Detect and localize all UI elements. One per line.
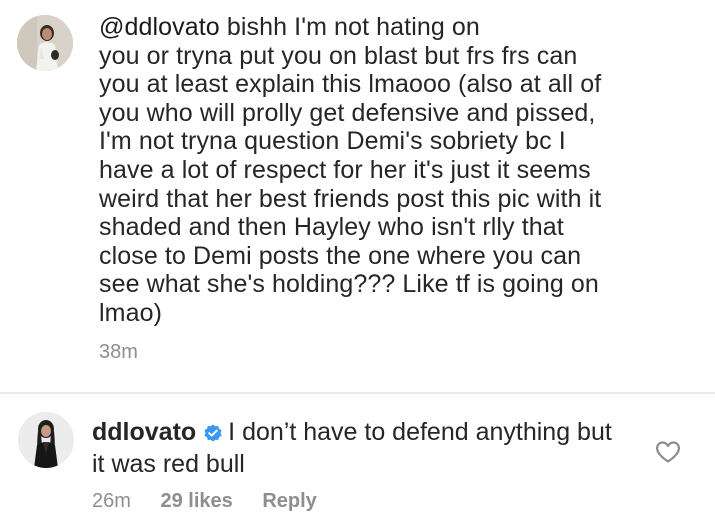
likes-count[interactable]: 29 likes bbox=[160, 490, 232, 512]
avatar-photo-icon bbox=[17, 15, 73, 71]
comment-1: @ddlovato bishh I'm not hating on you or… bbox=[0, 0, 715, 392]
mention-link[interactable]: @ddlovato bbox=[99, 13, 220, 41]
comment-1-timestamp: 38m bbox=[99, 341, 138, 363]
commenter-avatar[interactable] bbox=[17, 15, 73, 71]
comment-2: ddlovato I don’t have to defend anything … bbox=[0, 394, 715, 530]
verified-badge-icon bbox=[203, 421, 223, 450]
reply-button[interactable]: Reply bbox=[262, 490, 316, 512]
comment-1-line: you at least explain this lmaooo (also a… bbox=[99, 70, 602, 99]
comment-2-line: I don’t have to defend anything but bbox=[228, 418, 612, 446]
comment-1-first-line: bishh I'm not hating on bbox=[219, 13, 480, 41]
username-link[interactable]: ddlovato bbox=[92, 418, 196, 446]
comment-2-timestamp: 26m bbox=[92, 490, 131, 512]
comment-2-line: it was red bull bbox=[92, 450, 245, 478]
avatar-photo-icon bbox=[18, 412, 74, 468]
comment-1-line: shaded and then Hayley who isn't rlly th… bbox=[99, 213, 564, 242]
comment-1-line: close to Demi posts the one where you ca… bbox=[99, 241, 582, 270]
comment-1-line: I'm not tryna question Demi's sobriety b… bbox=[99, 127, 566, 156]
comment-1-line: you who will prolly get defensive and pi… bbox=[99, 98, 596, 127]
ddlovato-avatar[interactable] bbox=[18, 412, 74, 468]
comment-1-text: @ddlovato bishh I'm not hating on you or… bbox=[99, 13, 699, 328]
heart-outline-icon[interactable] bbox=[655, 440, 681, 464]
comment-1-line: weird that her best friends post this pi… bbox=[99, 184, 602, 213]
comment-2-text: ddlovato I don’t have to defend anything … bbox=[92, 418, 652, 479]
comment-1-line: you or tryna put you on blast but frs fr… bbox=[99, 41, 578, 70]
comment-1-line: have a lot of respect for her it's just … bbox=[99, 155, 591, 184]
comment-1-line: lmao) bbox=[99, 298, 163, 327]
comment-2-meta: 26m 29 likes Reply bbox=[92, 490, 341, 513]
comment-1-line: see what she's holding??? Like tf is goi… bbox=[99, 270, 599, 299]
